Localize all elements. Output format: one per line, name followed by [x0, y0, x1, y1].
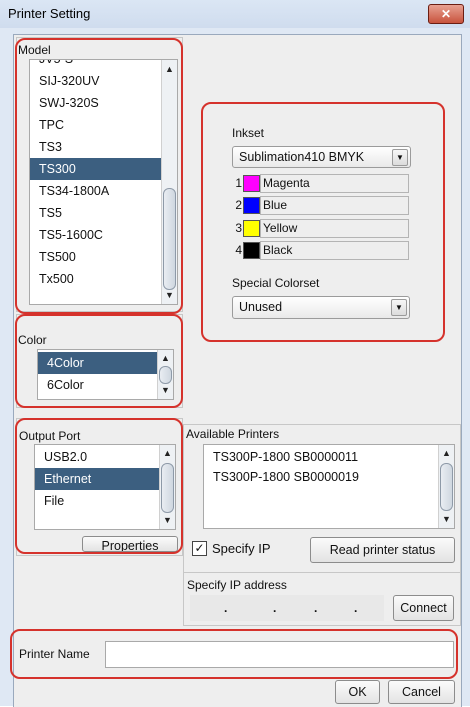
special-colorset-value: Unused	[239, 300, 283, 314]
ink-number: 4	[235, 243, 242, 257]
available-printers-scrollbar[interactable]: ▲ ▼	[438, 445, 454, 528]
ip-address-label: Specify IP address	[187, 578, 287, 592]
printer-name-label: Printer Name	[19, 647, 90, 661]
specify-ip-checkbox[interactable]: ✓	[192, 541, 207, 556]
close-icon: ✕	[440, 7, 452, 21]
window-title: Printer Setting	[8, 6, 91, 21]
ink-row: 1 Magenta	[232, 174, 409, 193]
chevron-down-icon[interactable]: ▼	[391, 299, 407, 316]
connect-button[interactable]: Connect	[393, 595, 454, 621]
ink-number: 2	[235, 198, 242, 212]
printer-setting-window: Printer Setting ✕ Model JV5-S SIJ-320UV …	[0, 0, 470, 707]
list-item[interactable]: TS300P-1800 SB0000011	[204, 446, 433, 468]
ink-name: Yellow	[260, 219, 409, 238]
ip-separator: .	[273, 601, 277, 615]
ip-address-field[interactable]: . . . .	[190, 595, 384, 621]
color-highlight	[15, 314, 183, 408]
printer-name-input[interactable]	[105, 641, 454, 668]
special-colorset-select[interactable]: Unused ▼	[232, 296, 410, 319]
ink-row: 4 Black	[232, 241, 409, 260]
output-port-highlight	[15, 418, 183, 554]
cancel-button[interactable]: Cancel	[388, 680, 455, 704]
ink-swatch	[243, 242, 260, 259]
close-button[interactable]: ✕	[428, 4, 464, 24]
ip-separator: .	[224, 601, 228, 615]
available-printers-label: Available Printers	[186, 427, 280, 441]
ink-swatch	[243, 220, 260, 237]
inkset-select[interactable]: Sublimation410 BMYK ▼	[232, 146, 411, 168]
ip-separator: .	[354, 601, 358, 615]
check-icon: ✓	[194, 541, 205, 555]
available-printers-list[interactable]: TS300P-1800 SB0000011 TS300P-1800 SB0000…	[203, 444, 455, 529]
list-item[interactable]: TS300P-1800 SB0000019	[204, 466, 433, 488]
ink-swatch	[243, 197, 260, 214]
scroll-down-icon[interactable]: ▼	[439, 512, 454, 527]
ink-swatch	[243, 175, 260, 192]
scroll-thumb[interactable]	[440, 463, 453, 511]
ink-number: 3	[235, 221, 242, 235]
inkset-value: Sublimation410 BMYK	[239, 150, 365, 164]
chevron-down-icon[interactable]: ▼	[392, 149, 408, 166]
model-highlight	[15, 38, 183, 314]
inkset-label: Inkset	[232, 126, 265, 140]
title-bar[interactable]: Printer Setting ✕	[0, 0, 470, 28]
ink-row: 2 Blue	[232, 196, 409, 215]
special-colorset-label: Special Colorset	[232, 276, 320, 290]
ink-row: 3 Yellow	[232, 219, 409, 238]
ok-button[interactable]: OK	[335, 680, 380, 704]
specify-ip-label: Specify IP	[212, 541, 271, 556]
ink-name: Magenta	[260, 174, 409, 193]
ink-name: Black	[260, 241, 409, 260]
scroll-up-icon[interactable]: ▲	[439, 446, 454, 461]
ip-separator: .	[314, 601, 318, 615]
read-printer-status-button[interactable]: Read printer status	[310, 537, 455, 563]
ink-name: Blue	[260, 196, 409, 215]
ink-number: 1	[235, 176, 242, 190]
